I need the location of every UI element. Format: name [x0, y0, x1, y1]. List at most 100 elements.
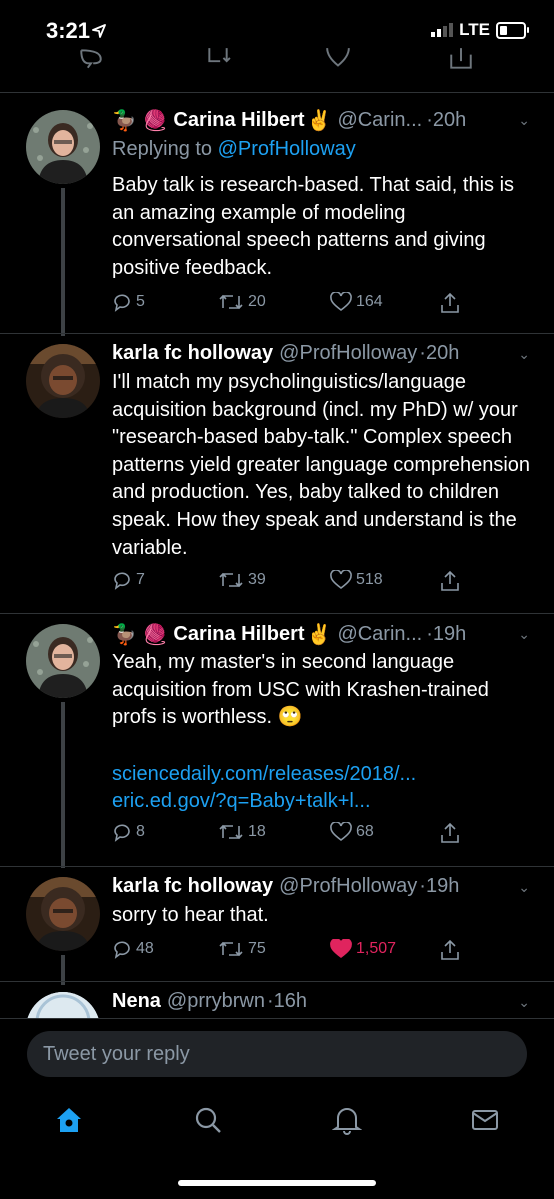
like-button[interactable]: 164: [330, 292, 383, 312]
avatar[interactable]: [26, 110, 100, 184]
reply-input[interactable]: Tweet your reply: [27, 1031, 527, 1077]
author-emoji: 🦆 🧶: [112, 624, 168, 646]
retweet-icon: [219, 941, 243, 957]
author-handle[interactable]: @prrybrwn: [167, 990, 265, 1013]
tweet[interactable]: 🦆 🧶 Carina Hilbert ✌️ @Carin... ·19h ⌄ Y…: [0, 614, 554, 868]
reply-icon: [114, 941, 130, 959]
author-handle[interactable]: @Carin...: [337, 109, 422, 132]
reply-button[interactable]: 48: [112, 939, 154, 959]
heart-icon: [330, 570, 352, 590]
share-button[interactable]: [440, 822, 460, 844]
tweet-link[interactable]: sciencedaily.com/releases/2018/...: [112, 761, 532, 789]
home-icon: [57, 1108, 81, 1132]
like-count: 68: [356, 823, 374, 840]
tab-search[interactable]: [193, 1105, 223, 1140]
retweet-icon: [219, 294, 243, 310]
tab-home[interactable]: [54, 1105, 84, 1140]
reply-button[interactable]: 7: [112, 570, 145, 590]
retweet-icon: [219, 824, 243, 840]
name-emoji: ✌️: [306, 110, 332, 132]
chevron-down-icon[interactable]: ⌄: [518, 112, 530, 129]
tweet[interactable]: karla fc holloway @ProfHolloway ·20h ⌄ I…: [0, 334, 554, 617]
replying-handle-link[interactable]: @ProfHolloway: [218, 138, 356, 160]
avatar[interactable]: [26, 344, 100, 418]
reply-button[interactable]: 8: [112, 822, 145, 842]
reply-icon: [114, 572, 130, 590]
tweet-time: ·19h: [426, 623, 467, 645]
tweet[interactable]: Nena @prrybrwn ·16h ⌄: [0, 982, 554, 1018]
author-emoji: 🦆 🧶: [112, 110, 168, 132]
like-button[interactable]: 518: [330, 570, 383, 590]
tweet[interactable]: karla fc holloway @ProfHolloway ·19h ⌄ s…: [0, 867, 554, 985]
retweet-button[interactable]: 75: [218, 939, 266, 959]
reply-icon: [114, 294, 130, 312]
tweet-text: sorry to hear that.: [112, 904, 269, 926]
like-button[interactable]: 68: [330, 822, 374, 842]
heart-icon: [330, 822, 352, 842]
like-count: 1,507: [356, 940, 397, 957]
tweet-time: ·20h: [419, 342, 460, 364]
retweet-count: 39: [248, 571, 266, 588]
tab-messages[interactable]: [470, 1105, 500, 1140]
status-time: 3:21: [46, 18, 91, 43]
tweet-time: ·20h: [426, 109, 467, 131]
tweet-text: I'll match my psycholinguistics/language…: [112, 371, 531, 559]
retweet-count: 18: [248, 823, 266, 840]
author-name[interactable]: Carina Hilbert: [173, 109, 304, 132]
reply-icon: [114, 824, 130, 842]
retweet-button[interactable]: 18: [218, 822, 266, 842]
tweet-time: ·16h: [267, 990, 308, 1012]
previous-tweet-actions: [0, 48, 554, 93]
tweet-text: Baby talk is research-based. That said, …: [112, 174, 515, 279]
reply-count: 48: [136, 940, 154, 957]
battery-icon: [496, 21, 529, 39]
share-icon: [441, 822, 459, 843]
location-arrow-icon: [92, 24, 106, 38]
chevron-down-icon[interactable]: ⌄: [518, 626, 530, 643]
avatar[interactable]: [26, 992, 100, 1018]
retweet-count: 20: [248, 293, 266, 310]
home-indicator: [178, 1180, 376, 1186]
reply-icon[interactable]: [78, 48, 104, 72]
share-icon: [441, 939, 459, 960]
reply-count: 5: [136, 293, 145, 310]
tab-notifications[interactable]: [331, 1105, 363, 1140]
author-name[interactable]: Nena: [112, 990, 161, 1013]
tweet[interactable]: 🦆 🧶 Carina Hilbert ✌️ @Carin... ·20h ⌄ R…: [0, 96, 554, 336]
author-handle[interactable]: @ProfHolloway: [279, 875, 417, 898]
tweet-actions: 48 75 1,507: [112, 939, 472, 965]
name-emoji: ✌️: [306, 624, 332, 646]
retweet-button[interactable]: 20: [218, 292, 266, 312]
tweet-time: ·19h: [419, 875, 460, 897]
share-icon: [441, 292, 459, 313]
tweet-link[interactable]: eric.ed.gov/?q=Baby+talk+l...: [112, 788, 532, 816]
author-handle[interactable]: @ProfHolloway: [279, 342, 417, 365]
author-name[interactable]: karla fc holloway: [112, 875, 273, 898]
reply-bar: Tweet your reply: [0, 1018, 554, 1091]
author-name[interactable]: Carina Hilbert: [173, 623, 304, 646]
retweet-count: 75: [248, 940, 266, 957]
retweet-icon: [219, 572, 243, 588]
carrier-label: LTE: [459, 20, 490, 39]
share-icon[interactable]: [448, 48, 474, 72]
heart-filled-icon: [330, 939, 352, 959]
author-handle[interactable]: @Carin...: [337, 623, 422, 646]
like-count: 518: [356, 571, 383, 588]
replying-to: Replying to @ProfHolloway: [112, 138, 356, 160]
reply-button[interactable]: 5: [112, 292, 145, 312]
author-name[interactable]: karla fc holloway: [112, 342, 273, 365]
share-button[interactable]: [440, 939, 460, 961]
avatar[interactable]: [26, 624, 100, 698]
retweet-icon[interactable]: [205, 48, 231, 72]
chevron-down-icon[interactable]: ⌄: [518, 994, 530, 1011]
search-icon: [195, 1107, 221, 1133]
retweet-button[interactable]: 39: [218, 570, 266, 590]
avatar[interactable]: [26, 877, 100, 951]
share-button[interactable]: [440, 292, 460, 314]
share-button[interactable]: [440, 570, 460, 592]
like-icon[interactable]: [325, 48, 351, 72]
tweet-actions: 7 39 518: [112, 570, 472, 596]
like-button[interactable]: 1,507: [330, 939, 396, 959]
chevron-down-icon[interactable]: ⌄: [518, 346, 530, 363]
chevron-down-icon[interactable]: ⌄: [518, 879, 530, 896]
